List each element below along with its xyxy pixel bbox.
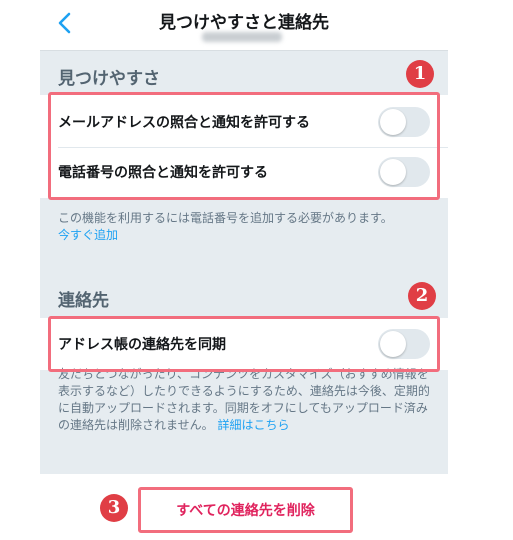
section-title-discoverability: 見つけやすさ	[58, 69, 160, 89]
highlight-box-2	[48, 316, 440, 372]
phone-required-text: この機能を利用するには電話番号を追加する必要があります。	[58, 211, 393, 225]
learn-more-link[interactable]: 詳細はこちら	[217, 418, 289, 432]
delete-all-contacts-button[interactable]: すべての連絡先を削除	[138, 487, 353, 533]
page-title: 見つけやすさと連絡先	[159, 13, 329, 33]
section-title-contacts: 連絡先	[58, 291, 109, 311]
highlight-box-1	[48, 92, 440, 200]
blurred-username	[202, 32, 282, 42]
annotation-badge-1: 1	[406, 60, 434, 88]
discoverability-note: この機能を利用するには電話番号を追加する必要があります。 今すぐ追加	[58, 210, 438, 244]
annotation-badge-3: 3	[100, 494, 128, 522]
top-bar: 見つけやすさと連絡先	[40, 0, 448, 51]
annotation-badge-2: 2	[408, 282, 436, 310]
contacts-note: 友だちとつながったり、コンテンツをカスタマイズ（おすすめ情報を表示するなど）した…	[58, 366, 438, 434]
add-now-link[interactable]: 今すぐ追加	[58, 227, 438, 244]
settings-screen: 見つけやすさと連絡先 見つけやすさ メールアドレスの照合と通知を許可する 電話番…	[40, 0, 448, 540]
